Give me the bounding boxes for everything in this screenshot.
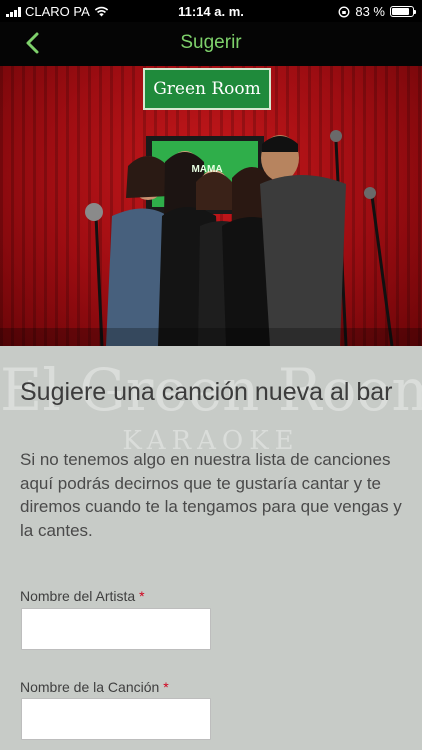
stage-screen-text: MAMA xyxy=(191,164,223,175)
song-label-text: Nombre de la Canción xyxy=(20,679,160,695)
status-bar: CLARO PA 11:14 a. m. 83 % xyxy=(0,0,422,22)
status-right: 83 % xyxy=(338,4,416,19)
battery-percent: 83 % xyxy=(355,4,385,19)
navigation-bar: Sugerir xyxy=(0,22,422,66)
artist-label: Nombre del Artista * xyxy=(20,588,145,604)
required-mark: * xyxy=(163,679,169,695)
song-name-input[interactable] xyxy=(21,698,211,740)
suggestion-form: El Green Room KARAOKE Sugiere una canció… xyxy=(0,346,422,750)
battery-icon xyxy=(390,6,416,17)
hero-photo: Green Room MAMA xyxy=(0,66,422,346)
orientation-lock-icon xyxy=(338,6,350,17)
green-room-sign: Green Room xyxy=(143,68,271,110)
required-mark: * xyxy=(139,588,145,604)
form-heading: Sugiere una canción nueva al bar xyxy=(20,378,393,406)
song-label: Nombre de la Canción * xyxy=(20,679,169,695)
battery-fill xyxy=(392,8,409,15)
page-title: Sugerir xyxy=(180,32,242,53)
artist-label-text: Nombre del Artista xyxy=(20,588,136,604)
form-description: Si no tenemos algo en nuestra lista de c… xyxy=(20,450,402,540)
artist-name-input[interactable] xyxy=(21,608,211,650)
